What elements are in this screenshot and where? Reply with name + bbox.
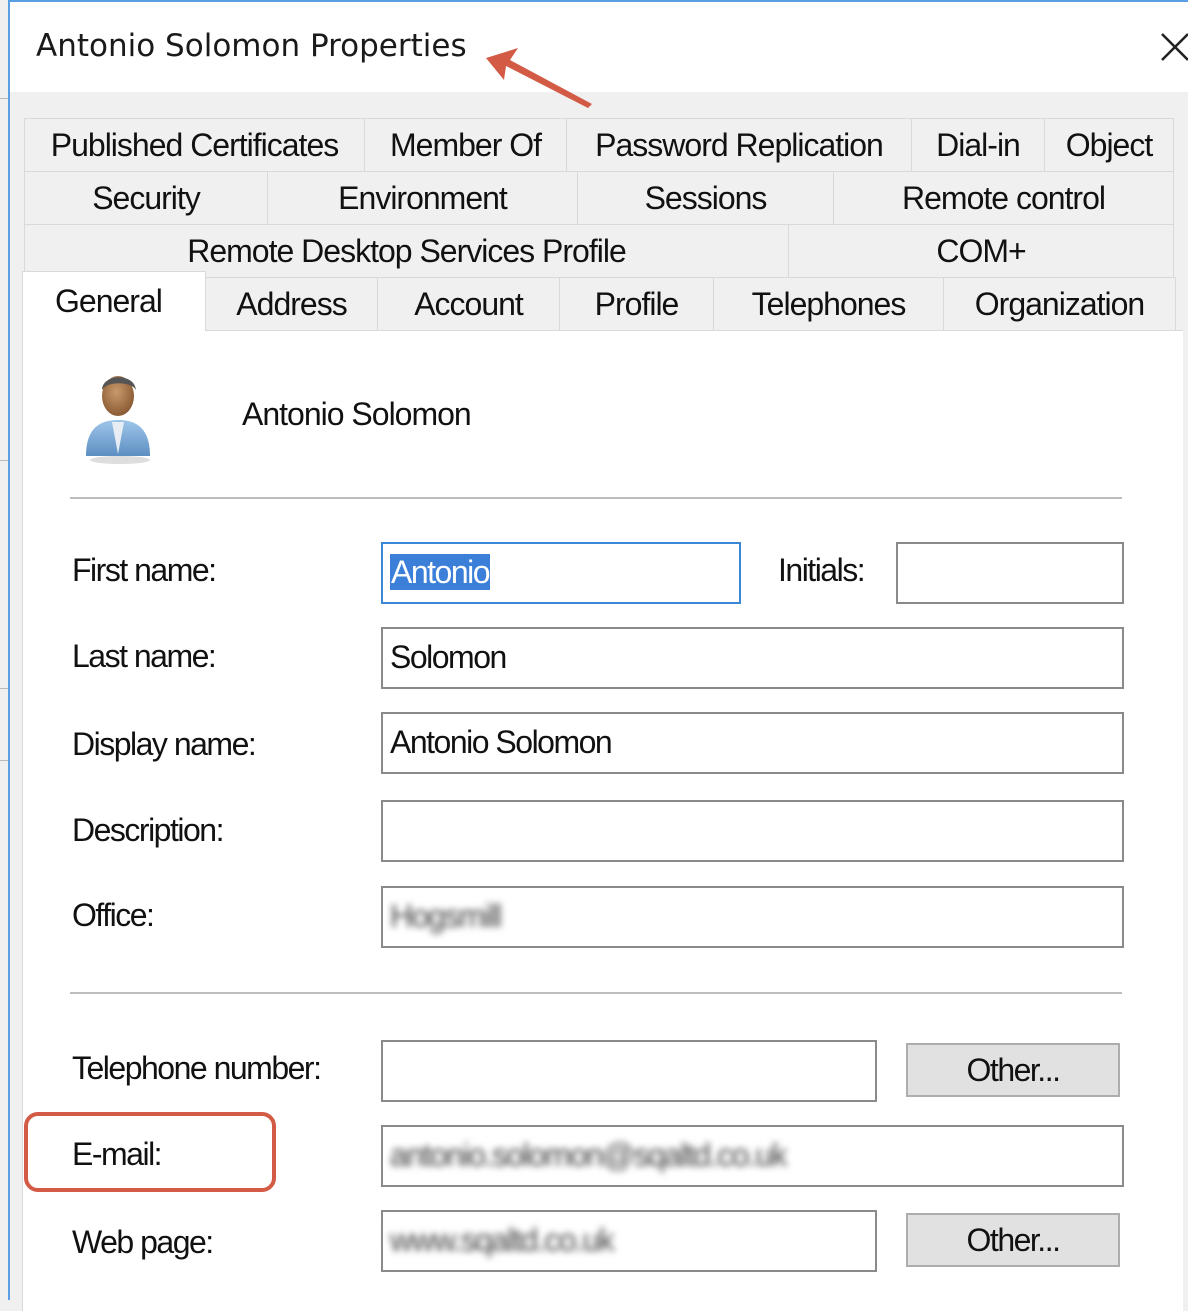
tab-profile[interactable]: Profile — [560, 277, 714, 330]
office-value-redacted: Hogsmill — [390, 898, 502, 934]
tab-sessions[interactable]: Sessions — [578, 171, 834, 224]
tab-com-plus[interactable]: COM+ — [789, 224, 1174, 277]
tab-address[interactable]: Address — [206, 277, 378, 330]
background-divider — [0, 688, 8, 689]
description-input[interactable] — [381, 800, 1124, 862]
tab-row-2: Security Environment Sessions Remote con… — [24, 171, 1174, 224]
tab-object[interactable]: Object — [1045, 118, 1174, 171]
tab-security[interactable]: Security — [24, 171, 268, 224]
display-name-input[interactable]: Antonio Solomon — [381, 712, 1124, 774]
telephone-label: Telephone number: — [72, 1050, 322, 1086]
close-button[interactable] — [1150, 20, 1188, 72]
user-display-header: Antonio Solomon — [242, 396, 472, 432]
background-divider — [0, 98, 8, 99]
display-name-label: Display name: — [72, 726, 257, 762]
email-value-redacted: antonio.solomon@sqaltd.co.uk — [390, 1137, 788, 1173]
telephone-input[interactable] — [381, 1040, 877, 1102]
separator — [70, 497, 1122, 499]
user-avatar-icon — [78, 368, 156, 464]
web-page-input[interactable]: www.sqaltd.co.uk — [381, 1210, 877, 1272]
tab-remote-control[interactable]: Remote control — [834, 171, 1174, 224]
first-name-value: Antonio — [390, 554, 491, 590]
background-divider — [0, 460, 8, 461]
tab-password-replication[interactable]: Password Replication — [567, 118, 912, 171]
tab-row-3: Remote Desktop Services Profile COM+ — [24, 224, 1174, 277]
telephone-other-button[interactable]: Other... — [906, 1043, 1120, 1097]
office-input[interactable]: Hogsmill — [381, 886, 1124, 948]
tab-member-of[interactable]: Member Of — [365, 118, 567, 171]
close-icon — [1161, 33, 1188, 61]
tab-telephones[interactable]: Telephones — [714, 277, 944, 330]
last-name-label: Last name: — [72, 638, 217, 674]
separator — [70, 992, 1122, 994]
initials-input[interactable] — [896, 542, 1124, 604]
title-bar[interactable]: Antonio Solomon Properties — [10, 2, 1188, 92]
initials-label: Initials: — [778, 552, 866, 588]
background-divider — [0, 760, 8, 761]
tab-published-certificates[interactable]: Published Certificates — [24, 118, 365, 171]
office-label: Office: — [72, 897, 155, 933]
description-label: Description: — [72, 812, 224, 848]
email-input[interactable]: antonio.solomon@sqaltd.co.uk — [381, 1125, 1124, 1187]
tab-row-1: Published Certificates Member Of Passwor… — [24, 118, 1174, 171]
first-name-input[interactable]: Antonio — [381, 542, 741, 604]
tab-organization[interactable]: Organization — [944, 277, 1176, 330]
tab-general[interactable]: General — [22, 271, 206, 331]
tab-account[interactable]: Account — [378, 277, 560, 330]
tab-dial-in[interactable]: Dial-in — [912, 118, 1045, 171]
window-title: Antonio Solomon Properties — [36, 28, 467, 64]
email-label: E-mail: — [72, 1136, 163, 1172]
first-name-label: First name: — [72, 552, 217, 588]
web-page-other-button[interactable]: Other... — [906, 1213, 1120, 1267]
tab-row-4: General Address Account Profile Telephon… — [22, 271, 1176, 331]
tab-environment[interactable]: Environment — [268, 171, 578, 224]
last-name-input[interactable]: Solomon — [381, 627, 1124, 689]
web-page-label: Web page: — [72, 1224, 214, 1260]
web-page-value-redacted: www.sqaltd.co.uk — [390, 1222, 615, 1258]
tab-remote-desktop-services-profile[interactable]: Remote Desktop Services Profile — [24, 224, 789, 277]
